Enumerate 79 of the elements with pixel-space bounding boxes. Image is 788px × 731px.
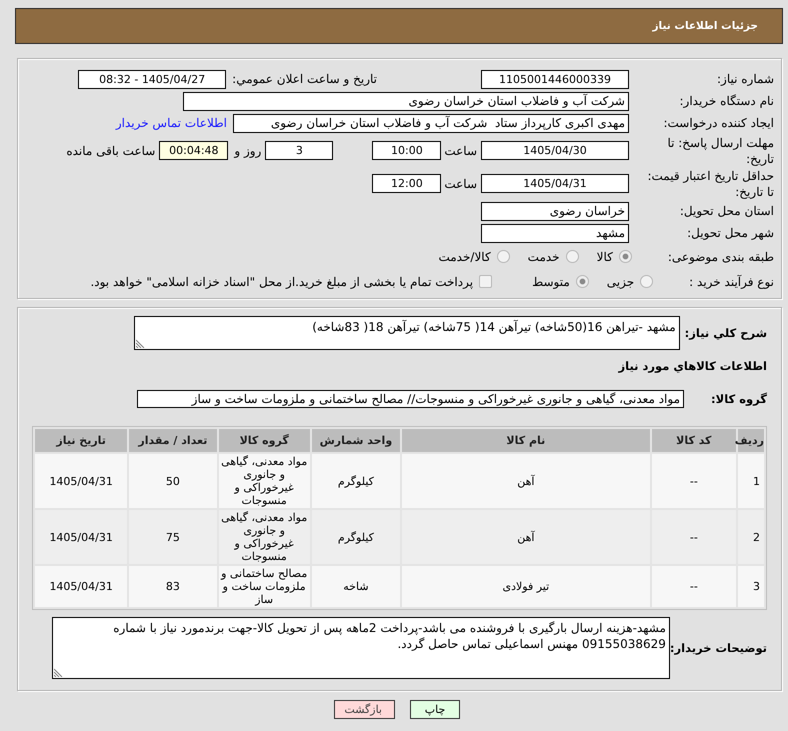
table-cell: مصالح ساختمانی و ملزومات ساخت و ساز [218,566,310,607]
table-cell: مواد معدنی، گیاهی و جانوری غیرخوراکی و منسوجات [218,510,310,564]
table-cell: 50 [129,454,217,508]
table-cell: 1405/04/31 [35,510,128,564]
announcement-date-field[interactable]: 1405/04/27 - 08:32 [78,70,226,88]
table-cell: 75 [129,510,217,564]
field-label: ساعت باقی مانده [66,144,156,158]
option-label: خدمت [528,250,560,264]
field-label: شماره نیاز: [716,72,775,86]
table-cell: 1 [738,454,764,508]
radio-button[interactable] [566,250,579,263]
field-label: شهر محل تحویل: [686,226,775,240]
contact-info-link[interactable]: اطلاعات تماس خریدار [116,116,227,130]
field-label: شرح كلي نياز: [684,326,767,340]
field-label: مهلت ارسال پاسخ: تا تاریخ: [666,134,775,166]
radio-button[interactable] [576,275,589,288]
column-header: کد کالا [652,429,736,452]
notes-field[interactable]: مشهد-هزینه ارسال بارگیری با فروشنده می باشد-پرداخت 2ماهه پس از تحویل کالا-جهت برندمورد نیاز با شماره 09155038629 مهنس اسماعیلی تماس حاصل گردد. [52,617,670,679]
field-label: ساعت [444,144,477,158]
option-label: کالا/خدمت [438,250,491,264]
radio-button[interactable] [618,250,632,263]
table-cell: -- [652,510,736,564]
table-cell: تیر فولادی [402,566,650,607]
requester-field[interactable]: مهدی اکبری کارپرداز ستاد شرکت آب و فاضلاب استان خراسان رضوی [233,114,629,132]
field-label: توضیحات خریدار: [670,641,767,655]
table-cell: 1405/04/31 [35,566,128,607]
radio-button[interactable] [640,275,654,288]
table-cell: -- [652,454,736,508]
resize-grip-icon[interactable] [54,668,63,677]
table-cell: 2 [738,510,764,564]
field-label: ایجاد کننده درخواست: [662,116,775,130]
date-field[interactable]: 1405/04/31 [481,174,629,193]
goods-group-field[interactable]: مواد معدنی، گیاهی و جانوری غیرخوراکی و منسوجات// مصالح ساختمانی و ملزومات ساخت و ساز [137,390,684,408]
province-field[interactable]: خراسان رضوی [481,202,629,220]
table-cell: کیلوگرم [312,454,400,508]
option-label: جزیی [606,274,634,288]
field-label: طبقه بندی موضوعی: [668,250,775,264]
column-header: واحد شمارش [312,429,400,452]
column-header: نام کالا [402,429,650,452]
field-label: نوع فرآیند خرید : [689,274,775,288]
field-label: استان محل تحویل: [678,204,775,218]
checkbox-label: پرداخت تمام یا بخشی از مبلغ خرید.از محل "اسناد خزانه اسلامی" خواهد بود. [90,274,474,288]
table-cell: 3 [738,566,764,607]
days-field[interactable]: 3 [265,141,334,160]
table-cell: مواد معدنی، گیاهی و جانوری غیرخوراکی و منسوجات [218,454,310,508]
radio-button[interactable] [496,250,510,263]
checkbox[interactable] [479,275,492,288]
time-field[interactable]: 10:00 [372,141,442,160]
resize-grip-icon[interactable] [136,339,145,348]
column-header: تعداد / مقدار [129,429,217,452]
table-cell: 83 [129,566,217,607]
field-label: روز و [234,144,262,158]
field-label: ساعت [444,176,477,190]
section-title: اطلاعات كالاهاي مورد نياز [617,358,767,374]
option-label: متوسط [532,274,570,288]
need-number-field[interactable]: 1105001446000339 [481,70,629,88]
field-label: نام دستگاه خریدار: [678,94,775,108]
field-label: گروه کالا: [710,392,767,406]
buyer-org-field[interactable]: شرکت آب و فاضلاب استان خراسان رضوی [183,92,629,110]
time-field[interactable]: 12:00 [372,174,442,193]
back-button[interactable]: بازگشت [334,700,395,719]
table-cell: کیلوگرم [312,510,400,564]
field-label: تاریخ و ساعت اعلان عمومي: [232,72,377,86]
summary-field[interactable]: مشهد -تیراهن 16(50شاخه) تیرآهن 14( 75شاخه) تیرآهن 18( 83شاخه) [134,316,680,350]
table-cell: 1405/04/31 [35,454,128,508]
column-header: گروه کالا [218,429,310,452]
table-cell: آهن [402,510,650,564]
date-field[interactable]: 1405/04/30 [481,141,629,160]
column-header: تاریخ نیاز [35,429,128,452]
table-cell: شاخه [312,566,400,607]
page-title: جزئیات اطلاعات نیاز [652,20,758,32]
field-label: حداقل تاریخ اعتبار قیمت: تا تاریخ: [646,168,775,200]
table-cell: -- [652,566,736,607]
option-label: کالا [596,250,613,264]
remaining-time-field[interactable]: 00:04:48 [159,141,228,160]
print-button[interactable]: چاپ [410,700,460,719]
city-field[interactable]: مشهد [481,224,629,242]
column-header: ردیف [738,429,764,452]
table-cell: آهن [402,454,650,508]
